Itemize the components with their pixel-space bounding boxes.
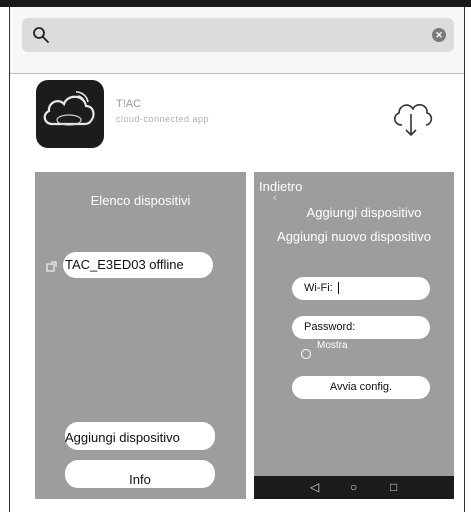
password-label: Password: bbox=[304, 321, 356, 333]
show-password-radio-icon[interactable] bbox=[301, 349, 311, 359]
search-icon[interactable] bbox=[32, 26, 50, 44]
back-arrow-icon[interactable]: ‹ bbox=[273, 192, 277, 204]
add-device-heading: Aggiungi dispositivo bbox=[306, 205, 422, 220]
back-link[interactable]: Indietro bbox=[259, 179, 302, 194]
wifi-label: Wi-Fi: bbox=[304, 282, 333, 294]
nav-home-icon[interactable]: ○ bbox=[350, 480, 357, 494]
cloud-download-icon[interactable] bbox=[388, 97, 434, 139]
app-developer: cloud-connected app bbox=[116, 114, 210, 124]
app-name: T!AC bbox=[116, 98, 142, 110]
clear-icon[interactable]: ✕ bbox=[432, 28, 446, 42]
nav-back-icon[interactable]: ◁ bbox=[310, 480, 319, 494]
device-list-title: Elenco dispositivi bbox=[90, 193, 191, 208]
add-device-panel: Indietro ‹ Aggiungi dispositivo Aggiungi… bbox=[254, 172, 454, 499]
device-item-TAC_E3ED03[interactable]: TAC_E3ED03 offline bbox=[63, 252, 213, 278]
info-button[interactable]: Info bbox=[65, 460, 215, 488]
android-navigation-bar: ◁ ○ □ bbox=[254, 476, 454, 499]
start-config-button[interactable]: Avvia config. bbox=[292, 376, 430, 399]
password-field[interactable]: Password: bbox=[292, 316, 430, 339]
top-bar bbox=[0, 0, 471, 7]
add-device-subheading: Aggiungi nuovo dispositivo bbox=[277, 229, 431, 244]
text-cursor bbox=[337, 282, 339, 295]
show-password-label[interactable]: Mostra bbox=[317, 340, 348, 351]
frame-left-border bbox=[9, 7, 10, 512]
add-device-button[interactable]: Aggiungi dispositivo bbox=[65, 422, 215, 450]
search-bar[interactable]: ✕ bbox=[22, 18, 454, 52]
app-icon[interactable] bbox=[36, 80, 104, 148]
frame-right-border bbox=[464, 7, 465, 512]
wifi-field[interactable]: Wi-Fi: bbox=[292, 277, 430, 300]
device-icon bbox=[46, 259, 57, 272]
nav-recents-icon[interactable]: □ bbox=[390, 480, 397, 494]
device-name-label: TAC_E3ED03 offline bbox=[65, 257, 184, 272]
search-input[interactable] bbox=[58, 24, 412, 48]
device-list-panel: Elenco dispositivi TAC_E3ED03 offline Ag… bbox=[35, 172, 246, 499]
